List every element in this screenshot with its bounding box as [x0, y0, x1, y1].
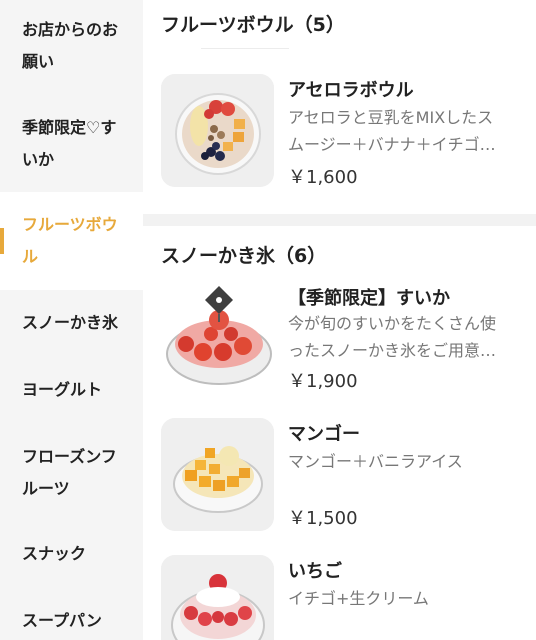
item-price: ￥1,500 — [288, 508, 358, 529]
sidebar-item-label: スノーかき氷 — [22, 313, 119, 332]
sidebar-item-label: お店からのお — [22, 20, 119, 39]
sidebar-item-frozen-fruits[interactable]: フローズンフ ルーツ — [0, 441, 143, 505]
item-description-line: イチゴ+生クリーム — [288, 589, 429, 608]
menu-item-watermelon[interactable]: 【季節限定】すいか 今が旬のすいかをたくさん使 ったスノーかき氷をご用意… ￥1… — [161, 282, 536, 392]
sidebar-item-label: ヨーグルト — [22, 380, 103, 399]
sidebar-item-label: 願い — [22, 52, 55, 71]
item-description: アセロラと豆乳をMIXしたス ムージー＋バナナ＋イチゴ… — [288, 104, 528, 158]
sidebar-item-snow-ice[interactable]: スノーかき氷 — [0, 307, 143, 339]
item-description-line: アセロラと豆乳をMIXしたス — [288, 108, 494, 127]
sidebar-item-request[interactable]: お店からのお 願い — [0, 14, 143, 78]
item-description: マンゴー＋バニラアイス — [288, 448, 528, 475]
item-price: ￥1,900 — [288, 371, 358, 392]
sidebar-item-snack[interactable]: スナック — [0, 538, 143, 570]
section-separator — [143, 214, 536, 226]
sidebar-item-yogurt[interactable]: ヨーグルト — [0, 374, 143, 406]
item-description: 今が旬のすいかをたくさん使 ったスノーかき氷をご用意… — [288, 310, 528, 364]
watermelon-shaved-ice-image — [161, 282, 274, 395]
item-description: イチゴ+生クリーム — [288, 585, 528, 612]
sidebar-item-label: いか — [22, 150, 55, 169]
sidebar-item-fruit-bowl[interactable]: フルーツボウ ル — [0, 192, 143, 290]
sidebar-item-soup-bread[interactable]: スープパン — [0, 605, 143, 637]
active-indicator — [0, 228, 4, 254]
strawberry-shaved-ice-image — [161, 555, 274, 640]
divider — [201, 48, 289, 49]
item-description-line: ったスノーかき氷をご用意… — [288, 341, 497, 360]
item-name: アセロラボウル — [288, 80, 414, 101]
sidebar-item-label: フルーツボウ — [22, 215, 118, 234]
sidebar-item-label: スナック — [22, 544, 87, 563]
menu-item-mango[interactable]: マンゴー マンゴー＋バニラアイス ￥1,500 — [161, 418, 536, 533]
sidebar-item-label: フローズンフ — [22, 447, 117, 466]
menu-list: フルーツボウル（5） アセロラボウル アセロラと豆乳をMIXしたス ムージー＋バ… — [143, 0, 536, 640]
item-name: マンゴー — [288, 424, 360, 445]
item-description-line: ムージー＋バナナ＋イチゴ… — [288, 135, 496, 154]
menu-item-strawberry[interactable]: いちご イチゴ+生クリーム — [161, 555, 536, 640]
item-price: ￥1,600 — [288, 167, 358, 188]
sidebar-item-label: スープパン — [22, 611, 102, 630]
item-description-line: マンゴー＋バニラアイス — [288, 452, 463, 471]
section-title-snow-ice: スノーかき氷（6） — [161, 245, 327, 267]
mango-shaved-ice-image — [161, 418, 274, 531]
section-title-fruit-bowl: フルーツボウル（5） — [161, 14, 345, 36]
sidebar-item-label: ル — [22, 247, 39, 266]
item-name: いちご — [288, 561, 342, 582]
sidebar-item-label: 季節限定♡す — [22, 118, 117, 137]
sidebar-item-seasonal[interactable]: 季節限定♡す いか — [0, 112, 143, 176]
item-name: 【季節限定】すいか — [288, 288, 450, 309]
item-description-line: 今が旬のすいかをたくさん使 — [288, 314, 497, 333]
category-sidebar: お店からのお 願い 季節限定♡す いか フルーツボウ ル スノーかき氷 ヨーグル… — [0, 0, 143, 640]
menu-item-acerola-bowl[interactable]: アセロラボウル アセロラと豆乳をMIXしたス ムージー＋バナナ＋イチゴ… ￥1,… — [161, 74, 536, 194]
acerola-bowl-image — [161, 74, 274, 187]
sidebar-item-label: ルーツ — [22, 479, 70, 498]
